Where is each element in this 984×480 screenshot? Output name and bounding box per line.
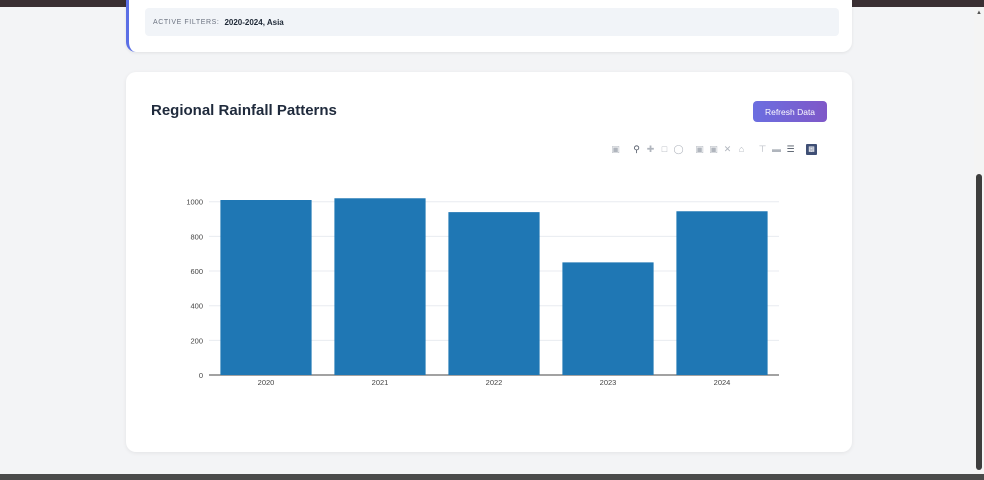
- active-filters-label: ACTIVE FILTERS:: [153, 18, 220, 26]
- window-bottom-bar: [0, 474, 984, 480]
- y-tick-label: 1000: [186, 198, 203, 207]
- rainfall-bar-chart: 0 200 400 600 800 1000 2020 2021 2022 2023 2024: [186, 198, 779, 387]
- x-tick-label: 2023: [600, 378, 617, 387]
- y-axis-ticks: 0 200 400 600 800 1000: [186, 198, 203, 380]
- active-filters-value: 2020-2024, Asia: [224, 17, 284, 27]
- x-tick-label: 2024: [714, 378, 731, 387]
- x-axis-ticks: 2020 2021 2022 2023 2024: [258, 378, 731, 387]
- y-tick-label: 400: [190, 302, 203, 311]
- y-tick-label: 800: [190, 232, 203, 241]
- active-filters-card: ACTIVE FILTERS: 2020-2024, Asia: [126, 0, 852, 52]
- x-tick-label: 2022: [486, 378, 503, 387]
- active-filters-bar: ACTIVE FILTERS: 2020-2024, Asia: [145, 8, 839, 36]
- bar-2023[interactable]: [562, 262, 654, 375]
- bar-2021[interactable]: [334, 198, 426, 375]
- y-tick-label: 0: [199, 371, 203, 380]
- x-tick-label: 2021: [372, 378, 389, 387]
- chart-bars: [220, 198, 768, 375]
- y-tick-label: 600: [190, 267, 203, 276]
- scrollbar-thumb[interactable]: [976, 174, 982, 470]
- bar-2024[interactable]: [676, 211, 768, 375]
- x-tick-label: 2020: [258, 378, 275, 387]
- chart-card: Regional Rainfall Patterns Refresh Data …: [126, 72, 852, 452]
- bar-2022[interactable]: [448, 212, 540, 375]
- y-tick-label: 200: [190, 336, 203, 345]
- scroll-up-arrow-icon[interactable]: ▲: [975, 9, 983, 17]
- bar-2020[interactable]: [220, 200, 312, 375]
